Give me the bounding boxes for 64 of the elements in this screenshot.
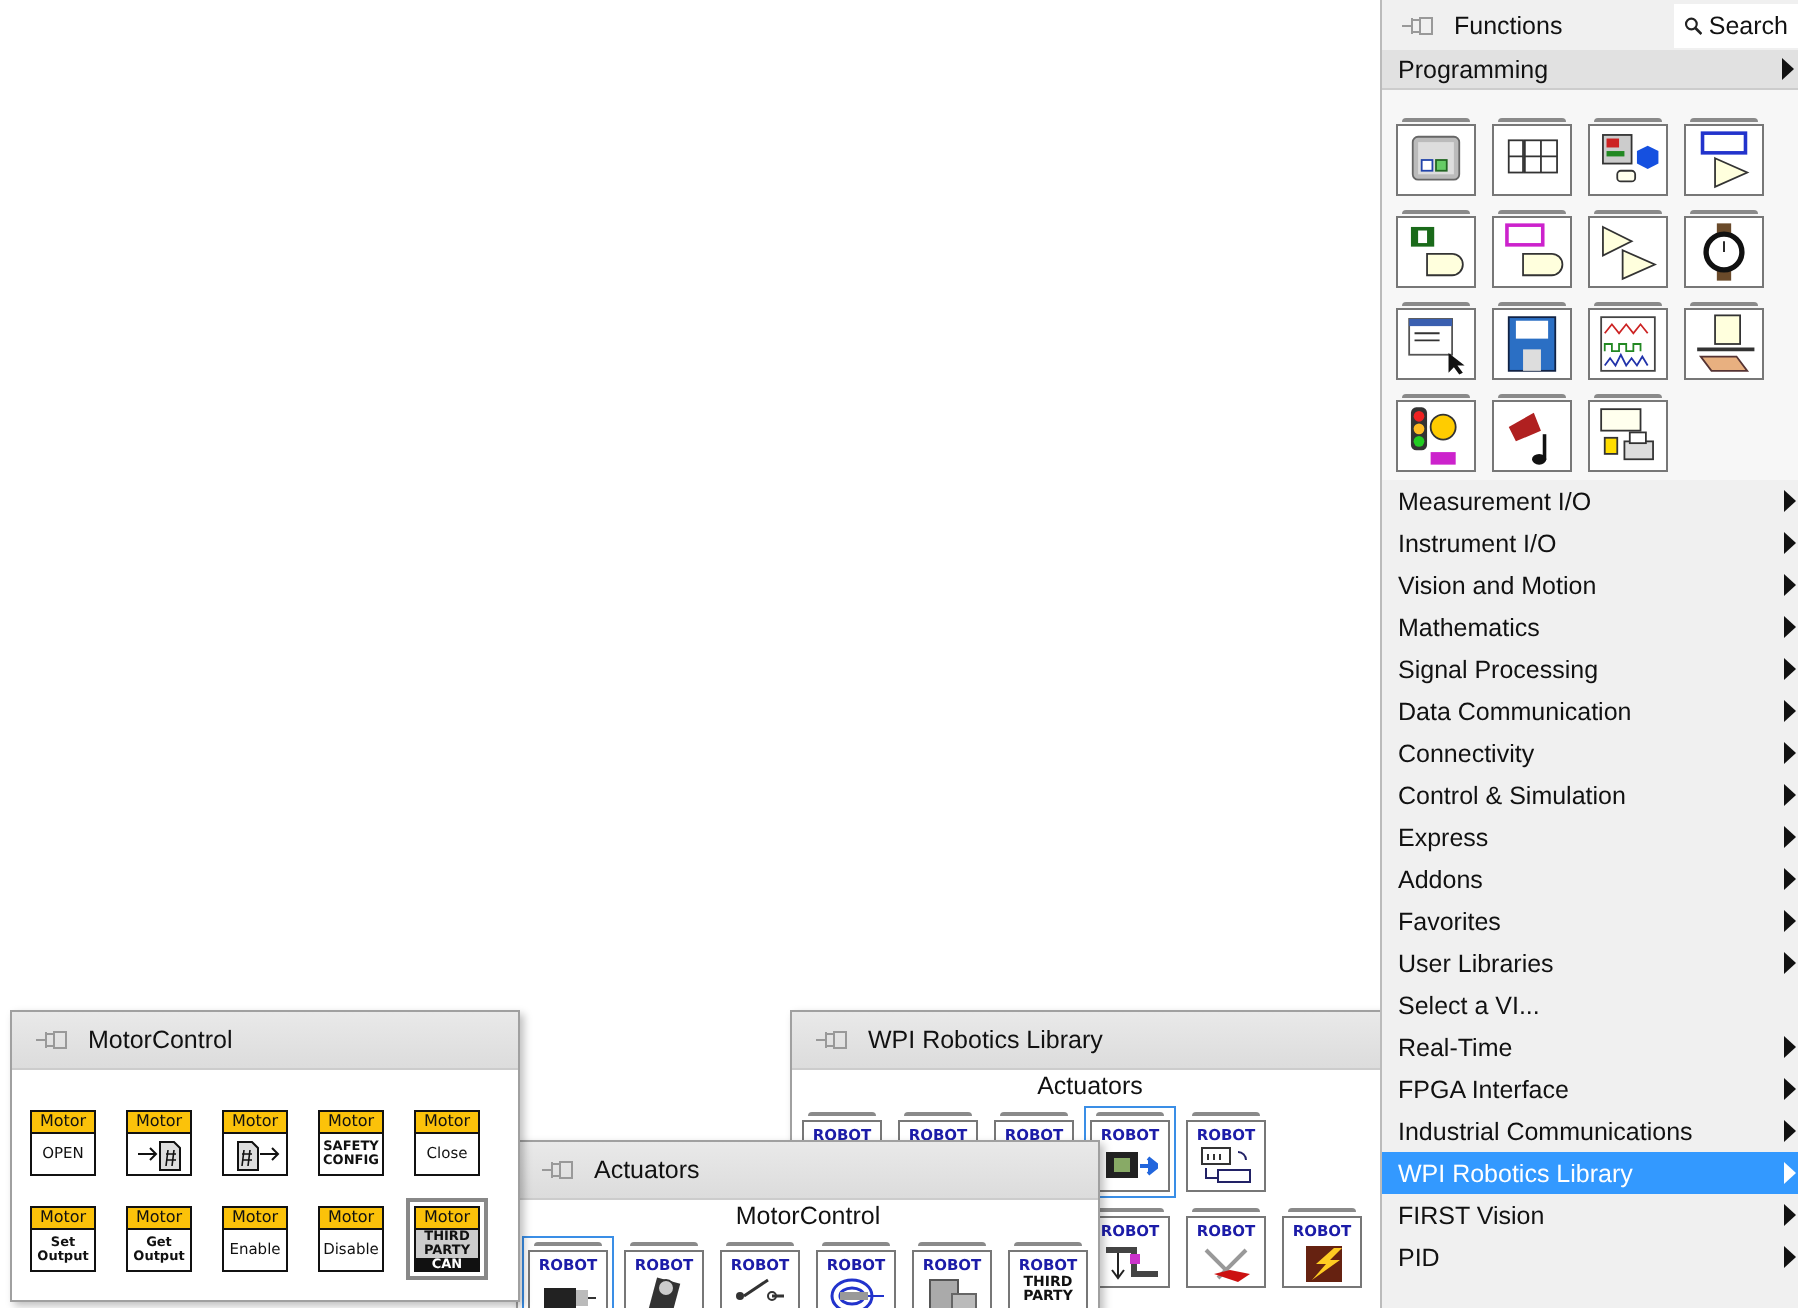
palette-button[interactable] (1492, 216, 1572, 288)
submenu-arrow-icon (1784, 1162, 1796, 1184)
menu-item[interactable]: Connectivity (1382, 732, 1798, 774)
window-title: Functions (1454, 11, 1563, 39)
submenu-arrow-icon (1784, 658, 1796, 680)
palette-button[interactable] (1684, 308, 1764, 380)
search-button[interactable]: Search (1674, 3, 1798, 47)
submenu-arrow-icon (1784, 1078, 1796, 1100)
submenu-arrow-icon (1784, 1036, 1796, 1058)
menu-item[interactable]: FIRST Vision (1382, 1194, 1798, 1236)
submenu-arrow-icon (1784, 574, 1796, 596)
palette-button[interactable] (1492, 124, 1572, 196)
menu-item[interactable]: Industrial Communications (1382, 1110, 1798, 1152)
menu-item[interactable]: Measurement I/O (1382, 480, 1798, 522)
submenu-arrow-icon (1784, 742, 1796, 764)
submenu-arrow-icon (1782, 58, 1794, 80)
submenu-arrow-icon (1784, 826, 1796, 848)
submenu-arrow-icon (1784, 1246, 1796, 1268)
menu-item[interactable]: Favorites (1382, 900, 1798, 942)
palette-button[interactable] (1588, 308, 1668, 380)
menu-item[interactable]: User Libraries (1382, 942, 1798, 984)
palette-button[interactable] (1492, 400, 1572, 472)
palette-heading: Actuators (1035, 1070, 1145, 1104)
arrow-to-file-icon (135, 1136, 183, 1172)
menu-item[interactable]: Data Communication (1382, 690, 1798, 732)
submenu-arrow-icon (1784, 532, 1796, 554)
file-to-arrow-icon (231, 1136, 279, 1172)
submenu-arrow-icon (1784, 952, 1796, 974)
submenu-arrow-icon (1784, 784, 1796, 806)
menu-item[interactable]: Signal Processing (1382, 648, 1798, 690)
menu-item[interactable]: Select a VI... (1382, 984, 1798, 1026)
palette-button[interactable] (1492, 308, 1572, 380)
menu-item[interactable]: PID (1382, 1236, 1798, 1278)
palette-button[interactable] (1588, 400, 1668, 472)
palette-button[interactable] (1684, 124, 1764, 196)
palette-button[interactable] (1396, 400, 1476, 472)
submenu-arrow-icon (1784, 1204, 1796, 1226)
submenu-arrow-icon (1784, 490, 1796, 512)
menu-item[interactable]: Express (1382, 816, 1798, 858)
menu-item[interactable]: Vision and Motion (1382, 564, 1798, 606)
menu-item[interactable]: Mathematics (1382, 606, 1798, 648)
menu-item[interactable]: Control & Simulation (1382, 774, 1798, 816)
palette-button[interactable] (1588, 216, 1668, 288)
pipe-icon (1102, 1242, 1158, 1284)
palette-button[interactable] (1396, 216, 1476, 288)
submenu-arrow-icon (1784, 868, 1796, 890)
submenu-arrow-icon (1784, 1120, 1796, 1142)
window-title: WPI Robotics Library (868, 1026, 1103, 1054)
window-title: MotorControl (88, 1026, 233, 1054)
menu-item[interactable]: Addons (1382, 858, 1798, 900)
submenu-arrow-icon (1784, 910, 1796, 932)
coil-icon (828, 1276, 884, 1308)
menu-item[interactable]: Instrument I/O (1382, 522, 1798, 564)
submenu-arrow-icon (1784, 616, 1796, 638)
palette-button[interactable] (1588, 124, 1668, 196)
menu-item[interactable]: Real-Time (1382, 1026, 1798, 1068)
category-header[interactable]: Programming (1382, 50, 1798, 90)
window-title: Actuators (594, 1156, 700, 1184)
palette-button[interactable] (1684, 216, 1764, 288)
submenu-arrow-icon (1784, 700, 1796, 722)
palette-button[interactable] (1396, 308, 1476, 380)
palette-heading: MotorControl (733, 1200, 883, 1234)
signal-icon (1198, 1146, 1254, 1188)
menu-item[interactable]: FPGA Interface (1382, 1068, 1798, 1110)
